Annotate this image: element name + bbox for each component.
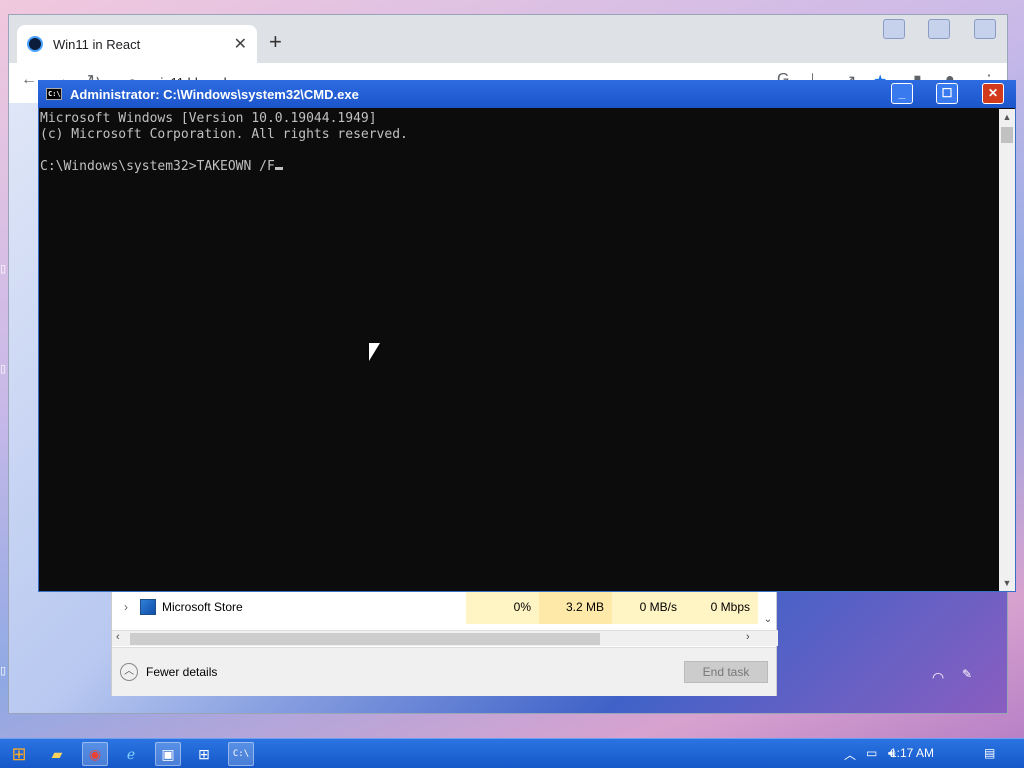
process-network: 0 Mbps (685, 590, 758, 624)
console-line: (c) Microsoft Corporation. All rights re… (40, 127, 408, 142)
scroll-up-icon[interactable]: ▲ (999, 109, 1015, 125)
internet-explorer-icon[interactable]: ℯ (118, 742, 144, 766)
notifications-icon[interactable]: ▤ (984, 746, 995, 760)
network-icon[interactable]: ▭ (866, 746, 877, 760)
process-cpu: 0% (466, 590, 539, 624)
console-line: Microsoft Windows [Version 10.0.19044.19… (40, 111, 377, 126)
cmd-title: Administrator: C:\Windows\system32\CMD.e… (70, 86, 359, 102)
tab-title: Win11 in React (53, 36, 141, 52)
browser-tab[interactable]: Win11 in React ✕ (17, 25, 257, 63)
microsoft-store-icon (140, 599, 156, 615)
browser-titlebar: Win11 in React ✕ + (9, 15, 1007, 63)
process-name: Microsoft Store (162, 600, 243, 614)
horizontal-scroll-thumb[interactable] (130, 633, 600, 645)
cmd-minimize-button[interactable]: _ (891, 83, 913, 104)
cmd-close-button[interactable]: ✕ (982, 83, 1004, 104)
cmd-window: C:\ Administrator: C:\Windows\system32\C… (38, 80, 1016, 592)
browser-maximize-button[interactable] (928, 19, 950, 39)
fewer-details-label: Fewer details (146, 665, 218, 679)
process-memory: 3.2 MB (539, 590, 612, 624)
scroll-down-icon[interactable]: ▼ (999, 575, 1015, 591)
cmd-vertical-scrollbar[interactable]: ▲ ▼ (999, 109, 1015, 591)
cmd-icon: C:\ (46, 88, 62, 100)
mouse-pointer-icon (369, 343, 380, 361)
cmd-titlebar[interactable]: C:\ Administrator: C:\Windows\system32\C… (38, 80, 1016, 108)
wifi-icon[interactable]: ◠ (932, 669, 944, 686)
chevron-up-icon: ︿ (120, 663, 138, 681)
react-favicon-icon (27, 36, 43, 52)
browser-close-button[interactable] (974, 19, 996, 39)
control-panel-icon[interactable]: ▣ (155, 742, 181, 766)
microsoft-store-icon[interactable]: ⊞ (191, 742, 217, 766)
text-cursor (274, 167, 283, 170)
horizontal-scrollbar[interactable]: ‹ › (112, 630, 778, 646)
new-tab-icon[interactable]: + (269, 29, 282, 55)
start-button[interactable]: ⊞ (6, 742, 32, 766)
back-arrow-icon[interactable]: ← (21, 71, 37, 89)
clock[interactable]: 1:17 AM (890, 746, 934, 760)
scroll-left-icon[interactable]: ‹ (116, 631, 120, 643)
task-manager-footer: ︿ Fewer details End task (112, 647, 776, 696)
expand-chevron-icon[interactable]: › (112, 600, 140, 614)
chrome-icon[interactable]: ◉ (82, 742, 108, 766)
fewer-details-button[interactable]: ︿ Fewer details (120, 663, 217, 681)
console-line: C:\Windows\system32>TAKEOWN /F (40, 159, 275, 174)
table-row[interactable]: › Microsoft Store 0% 3.2 MB 0 MB/s 0 Mbp… (112, 590, 762, 624)
process-disk: 0 MB/s (612, 590, 685, 624)
browser-minimize-button[interactable] (883, 19, 905, 39)
task-manager-window: › Microsoft Store 0% 3.2 MB 0 MB/s 0 Mbp… (111, 589, 778, 696)
cmd-maximize-button[interactable]: ☐ (936, 83, 958, 104)
show-hidden-icons-chevron-icon[interactable]: ︿ (844, 746, 856, 763)
close-tab-icon[interactable]: ✕ (234, 34, 247, 54)
cmd-scroll-thumb[interactable] (1001, 127, 1013, 143)
vertical-scroll-down-icon[interactable]: ⌄ (760, 590, 776, 630)
taskbar: ⊞ ▰ ◉ ℯ ▣ ⊞ C:\ ︿ ▭ 🔊︎ 1:17 AM ▤ (0, 738, 1024, 768)
cmd-console-output[interactable]: Microsoft Windows [Version 10.0.19044.19… (39, 109, 999, 591)
end-task-button[interactable]: End task (684, 661, 768, 683)
console-prompt-line[interactable]: C:\Windows\system32>TAKEOWN /F (40, 159, 999, 175)
pen-icon[interactable]: ✎ (962, 667, 972, 681)
scroll-right-icon[interactable]: › (746, 631, 750, 643)
file-explorer-icon[interactable]: ▰ (44, 742, 70, 766)
cmd-taskbar-icon[interactable]: C:\ (228, 742, 254, 766)
